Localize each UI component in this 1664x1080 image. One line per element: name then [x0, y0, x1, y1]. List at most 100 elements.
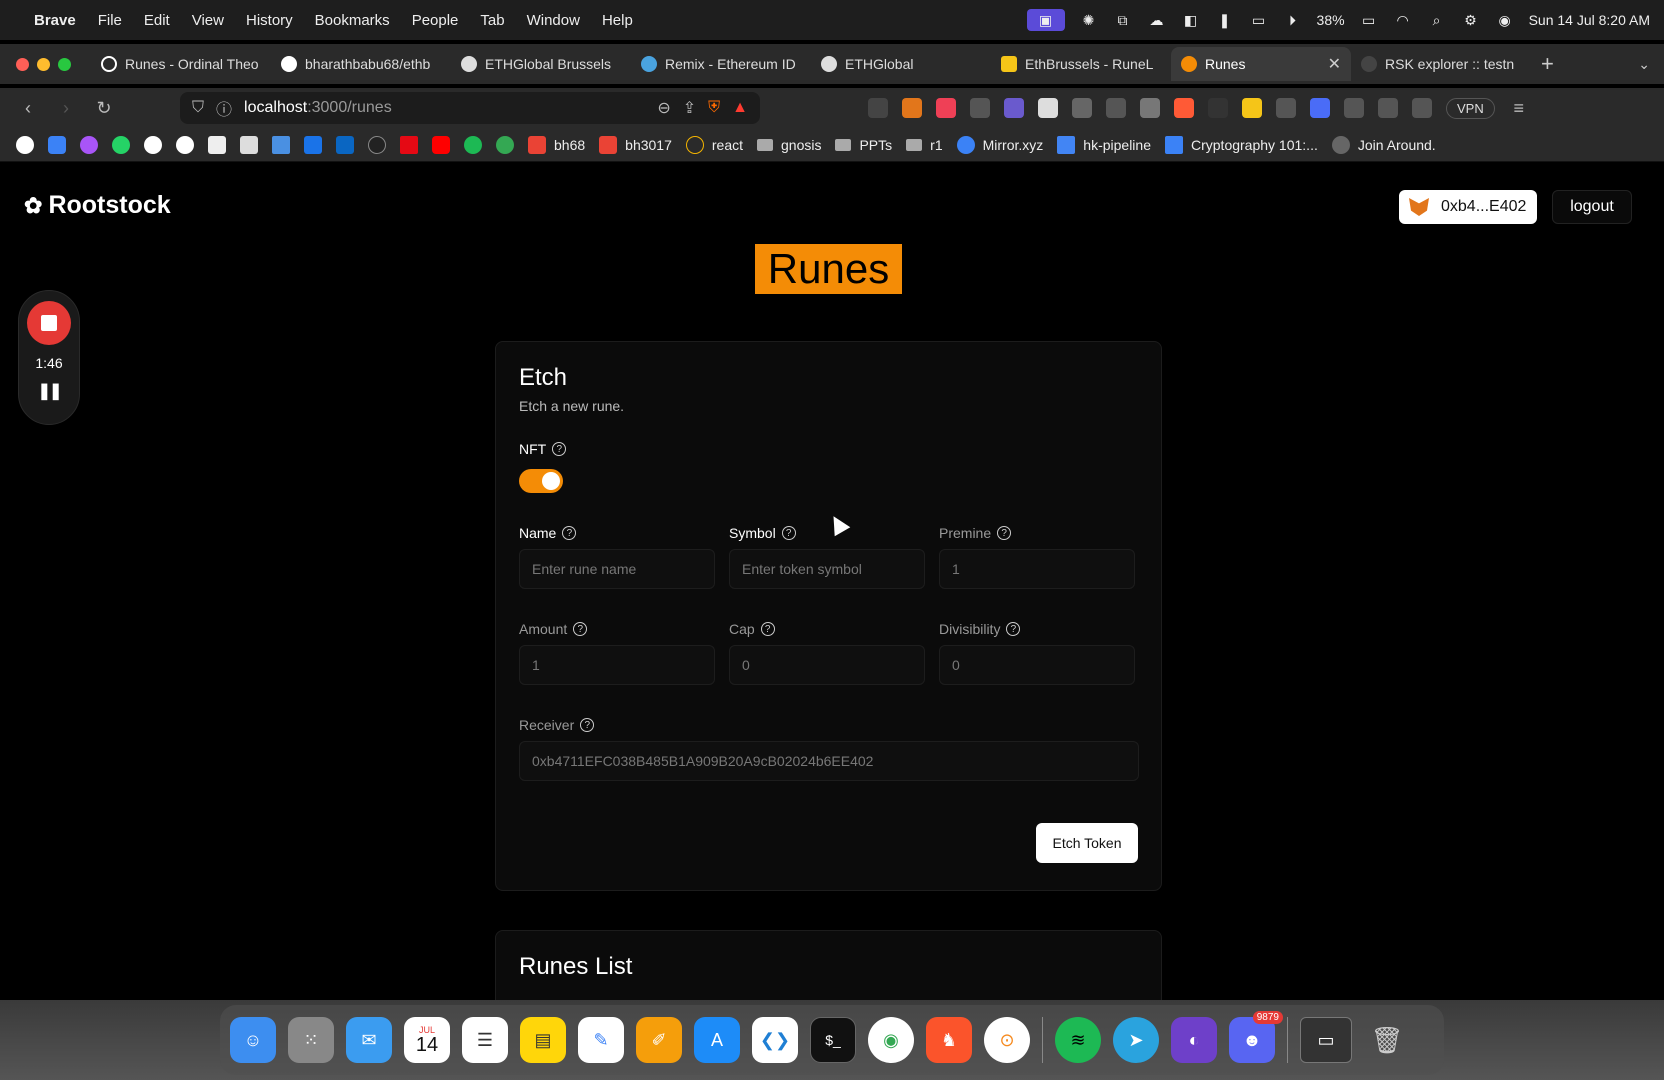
tab-ethglobal[interactable]: ETHGlobal	[811, 47, 991, 81]
menu-app-name[interactable]: Brave	[34, 12, 76, 29]
bookmark-folder-ppts[interactable]: PPTs	[835, 137, 892, 153]
brightness-icon[interactable]: ✺	[1079, 12, 1099, 28]
menu-history[interactable]: History	[246, 12, 293, 29]
extension-icon[interactable]	[1004, 98, 1024, 118]
menu-edit[interactable]: Edit	[144, 12, 170, 29]
notes-icon[interactable]: ▤	[520, 1017, 566, 1063]
tab-ethglobal-brussels[interactable]: ETHGlobal Brussels	[451, 47, 631, 81]
url-text[interactable]: localhost:3000/runes	[244, 99, 645, 117]
pocket-icon[interactable]	[936, 98, 956, 118]
google-icon[interactable]	[176, 135, 194, 154]
vpn-button[interactable]: VPN	[1446, 97, 1495, 119]
recent-window-icon[interactable]: ▭	[1300, 1017, 1352, 1063]
vscode-icon[interactable]: ❮❯	[752, 1017, 798, 1063]
extension-icon[interactable]	[1072, 98, 1092, 118]
spotify-icon[interactable]: ≋	[1055, 1017, 1101, 1063]
help-icon[interactable]: ?	[552, 442, 567, 456]
help-icon[interactable]: ?	[562, 526, 577, 540]
etch-token-button[interactable]: Etch Token	[1036, 823, 1138, 863]
menu-tab[interactable]: Tab	[480, 12, 504, 29]
siri-icon[interactable]: ◉	[1495, 12, 1515, 28]
bookmark-join-around[interactable]: Join Around.	[1331, 135, 1436, 154]
rune-name-input[interactable]: Enter rune name	[519, 549, 715, 589]
help-icon[interactable]: ?	[580, 718, 595, 732]
app-store-icon[interactable]: A	[694, 1017, 740, 1063]
bookmark-page-icon[interactable]: ⛉	[192, 99, 204, 117]
wallet-icon[interactable]	[1412, 98, 1432, 118]
close-tab-icon[interactable]: ✕	[1328, 54, 1341, 74]
help-icon[interactable]: ?	[781, 526, 796, 540]
extension-icon[interactable]	[1310, 98, 1330, 118]
wallet-address-button[interactable]: 0xb4...E402	[1399, 190, 1537, 224]
windows-icon[interactable]: ⧉	[1113, 12, 1133, 28]
extension-icon[interactable]	[1208, 98, 1228, 118]
new-tab-icon[interactable]: +	[1541, 51, 1554, 77]
extension-icon[interactable]	[1038, 98, 1058, 118]
chrome-icon[interactable]: ◉	[868, 1017, 914, 1063]
bookmark-react[interactable]: react	[685, 135, 743, 154]
download-icon[interactable]	[1276, 98, 1296, 118]
help-icon[interactable]: ?	[573, 622, 588, 636]
tab-ethbrussels-runel[interactable]: EthBrussels - RuneL	[991, 47, 1171, 81]
menu-bookmarks[interactable]: Bookmarks	[315, 12, 390, 29]
hamburger-menu-icon[interactable]: ≡	[1509, 98, 1529, 119]
extension-icon[interactable]	[1242, 98, 1262, 118]
launchpad-icon[interactable]: ⁙	[288, 1017, 334, 1063]
menu-people[interactable]: People	[412, 12, 459, 29]
whatsapp-icon[interactable]	[112, 135, 130, 154]
divisibility-input[interactable]: 0	[939, 645, 1135, 685]
forward-icon[interactable]: ›	[56, 98, 76, 119]
github-desktop-icon[interactable]: ◐	[1171, 1017, 1217, 1063]
bookmark-favicon-icon[interactable]	[496, 135, 514, 154]
display-icon[interactable]: ▭	[1249, 12, 1269, 28]
bookmark-folder-r1[interactable]: r1	[906, 137, 943, 153]
help-icon[interactable]: ?	[997, 526, 1012, 540]
github-icon[interactable]	[144, 135, 162, 154]
calendar-icon[interactable]	[304, 135, 322, 154]
wifi-icon[interactable]: ◠	[1393, 12, 1413, 28]
tab-rsk-explorer[interactable]: RSK explorer :: testn	[1351, 47, 1531, 81]
puzzle-icon[interactable]	[1344, 98, 1364, 118]
bookmark-favicon-icon[interactable]	[16, 135, 34, 154]
terminal-icon[interactable]: $_	[810, 1017, 856, 1063]
mail-icon[interactable]: ✉	[346, 1017, 392, 1063]
notion-icon[interactable]	[208, 135, 226, 154]
discord-icon[interactable]: ☻ 9879	[1229, 1011, 1283, 1063]
bookmark-favicon-icon[interactable]	[80, 135, 98, 154]
calendar-icon[interactable]: JUL 14	[404, 1017, 450, 1063]
site-info-icon[interactable]: ⓘ	[216, 96, 232, 120]
minimize-window-button[interactable]	[37, 57, 50, 71]
sidebar-icon[interactable]: ◧	[1181, 12, 1201, 28]
reminders-icon[interactable]: ☰	[462, 1017, 508, 1063]
rootstock-logo[interactable]: ✿ Rootstock	[24, 191, 171, 220]
share-icon[interactable]: ⇪	[683, 98, 696, 118]
bookmark-bh68[interactable]: bh68	[528, 135, 585, 154]
extension-icon[interactable]	[1106, 98, 1126, 118]
bookmark-favicon-icon[interactable]	[240, 135, 258, 154]
screen-record-icon[interactable]: ▣	[1026, 9, 1065, 31]
back-icon[interactable]: ‹	[18, 98, 38, 119]
battery-icon[interactable]: ▭	[1359, 12, 1379, 28]
tab-github-repo[interactable]: bharathbabu68/ethb	[271, 47, 451, 81]
telegram-icon[interactable]: ➤	[1113, 1017, 1159, 1063]
brave-icon[interactable]: ♞	[926, 1017, 972, 1063]
bookmark-hk-pipeline[interactable]: hk-pipeline	[1057, 135, 1151, 154]
bookmark-folder-gnosis[interactable]: gnosis	[757, 137, 821, 153]
freeform-icon[interactable]: ✎	[578, 1017, 624, 1063]
tab-remix[interactable]: Remix - Ethereum ID	[631, 47, 811, 81]
cap-input[interactable]: 0	[729, 645, 925, 685]
extension-icon[interactable]	[970, 98, 990, 118]
youtube-icon[interactable]	[432, 135, 450, 154]
pages-icon[interactable]: ✐	[636, 1017, 682, 1063]
menu-view[interactable]: View	[192, 12, 224, 29]
bookmark-favicon-icon[interactable]	[48, 135, 66, 154]
help-icon[interactable]: ?	[1006, 622, 1021, 636]
extension-icon[interactable]	[1140, 98, 1160, 118]
bookmark-icon[interactable]: ❚	[1215, 12, 1235, 28]
netflix-icon[interactable]	[400, 135, 418, 154]
brave-rewards-icon[interactable]: ▲	[732, 99, 748, 117]
nft-toggle[interactable]	[519, 469, 563, 493]
spotify-icon[interactable]	[464, 135, 482, 154]
openvpn-icon[interactable]: ⊙	[984, 1017, 1030, 1063]
logout-button[interactable]: logout	[1552, 190, 1632, 224]
